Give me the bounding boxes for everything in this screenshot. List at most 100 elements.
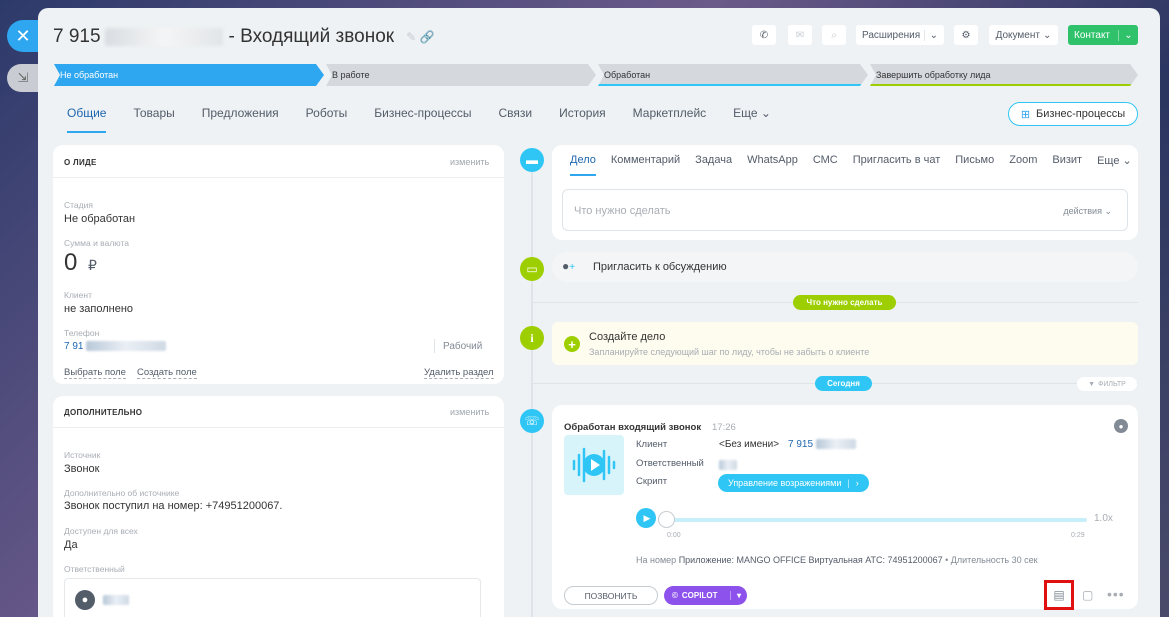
chevron-down-icon[interactable]: ⌄ — [1118, 29, 1138, 41]
edit-section-link[interactable]: изменить — [450, 407, 489, 417]
stage-in-progress[interactable]: В работе — [326, 64, 596, 86]
audio-progress-handle[interactable] — [658, 511, 675, 528]
edit-title-icon[interactable]: ✎ 🔗 — [406, 30, 434, 44]
call-info-app: Приложение: MANGO OFFICE Виртуальная АТС… — [678, 555, 943, 565]
client-phone-blurred — [815, 439, 856, 450]
tab-history[interactable]: История — [559, 106, 606, 130]
page-title: 7 915 - Входящий звонок ✎ 🔗 — [53, 26, 434, 48]
tab-links[interactable]: Связи — [499, 106, 533, 130]
phone-call-icon: ☏ — [520, 409, 544, 433]
field-label: Стадия — [64, 200, 93, 210]
amount-value: 0 — [64, 249, 78, 276]
actions-label: действия — [1063, 206, 1102, 216]
available-value: Да — [64, 539, 78, 551]
source-value: Звонок — [64, 463, 100, 475]
document-button[interactable]: Документ ⌄ — [989, 25, 1058, 45]
business-processes-label: Бизнес-процессы — [1036, 108, 1126, 120]
phone-link[interactable]: 7 91 — [64, 341, 167, 352]
user-avatar-icon[interactable]: ● — [1114, 419, 1128, 433]
transcript-icon-button[interactable]: ▤ — [1044, 580, 1074, 610]
stage-new[interactable]: Не обработан — [54, 64, 324, 86]
select-field-link[interactable]: Выбрать поле — [64, 367, 126, 379]
tab-email[interactable]: Письмо — [955, 154, 994, 176]
call-time: 17:26 — [712, 422, 736, 433]
lead-tabs: Общие Товары Предложения Роботы Бизнес-п… — [67, 106, 798, 133]
info-icon: i — [520, 326, 544, 350]
todo-input[interactable]: Что нужно сделать действия ⌄ — [562, 189, 1128, 231]
stage-value: Не обработан — [64, 213, 136, 225]
tab-task-deal[interactable]: Дело — [570, 154, 596, 176]
filter-button[interactable]: ▼ ФИЛЬТР — [1077, 377, 1137, 391]
delete-section-link[interactable]: Удалить раздел — [424, 367, 494, 379]
chevron-right-icon: › — [855, 478, 859, 488]
about-lead-card: О ЛИДЕ изменить Стадия Не обработан Сумм… — [53, 145, 504, 384]
edit-section-link[interactable]: изменить — [450, 157, 489, 167]
tab-visit[interactable]: Визит — [1052, 154, 1082, 176]
script-chip[interactable]: Управление возражениями | › — [718, 474, 869, 492]
create-field-link[interactable]: Создать поле — [137, 367, 197, 379]
extensions-button[interactable]: Расширения ⌄ — [856, 25, 944, 45]
call-info-prefix: На номер — [636, 555, 677, 565]
tab-zoom[interactable]: Zoom — [1009, 154, 1037, 176]
create-task-title: Создайте дело — [589, 331, 666, 343]
title-phone: 7 915 — [53, 26, 101, 47]
tab-more[interactable]: Еще ⌄ — [1097, 154, 1132, 176]
title-text: - Входящий звонок — [228, 26, 395, 47]
add-icon[interactable]: + — [564, 336, 580, 352]
phone-type: Рабочий — [443, 341, 483, 352]
tab-business-processes[interactable]: Бизнес-процессы — [374, 106, 471, 130]
divider: | — [847, 478, 850, 488]
client-phone-link[interactable]: 7 915 — [788, 439, 856, 450]
business-processes-button[interactable]: ⊞ Бизнес-процессы — [1008, 102, 1138, 126]
note-icon[interactable]: ▢ — [1082, 588, 1093, 602]
section-heading: О ЛИДЕ — [64, 158, 97, 167]
more-icon[interactable]: ••• — [1107, 586, 1125, 602]
lead-panel: 7 915 - Входящий звонок ✎ 🔗 ✆ ✉ ⌕ Расшир… — [38, 8, 1160, 617]
avatar: ● — [75, 590, 95, 610]
tab-whatsapp[interactable]: WhatsApp — [747, 154, 798, 176]
close-slider-button[interactable]: ✕ — [7, 20, 39, 52]
actions-dropdown[interactable]: действия ⌄ — [1063, 206, 1112, 217]
playback-speed[interactable]: 1.0x — [1094, 513, 1113, 524]
search-icon-button[interactable]: ⌕ — [822, 25, 846, 45]
tab-comment[interactable]: Комментарий — [611, 154, 680, 176]
copilot-label: COPILOT — [681, 591, 718, 600]
responsible-field[interactable]: ● — [64, 578, 481, 617]
tab-task[interactable]: Задача — [695, 154, 732, 176]
mail-icon-button[interactable]: ✉ — [788, 25, 812, 45]
tab-robots[interactable]: Роботы — [306, 106, 348, 130]
source-info-value: Звонок поступил на номер: +74951200067. — [64, 500, 283, 512]
call-button[interactable]: ПОЗВОНИТЬ — [564, 586, 658, 605]
tab-offers[interactable]: Предложения — [202, 106, 279, 130]
tab-marketplace[interactable]: Маркетплейс — [633, 106, 707, 130]
tab-invite-chat[interactable]: Пригласить в чат — [853, 154, 941, 176]
chevron-down-icon[interactable]: ▾ — [729, 591, 747, 600]
tab-sms[interactable]: СМС — [813, 154, 838, 176]
call-button-label: ПОЗВОНИТЬ — [584, 590, 638, 601]
create-task-card[interactable]: + Создайте дело Запланируйте следующий ш… — [552, 322, 1138, 365]
play-button[interactable]: ▶ — [636, 508, 656, 528]
stage-finish[interactable]: Завершить обработку лида — [870, 64, 1138, 86]
copilot-button[interactable]: © COPILOT ▾ — [664, 586, 747, 605]
section-heading: ДОПОЛНИТЕЛЬНО — [64, 408, 143, 417]
client-name: <Без имени> — [719, 439, 780, 450]
create-task-subtitle: Запланируйте следующий шаг по лиду, чтоб… — [589, 347, 870, 357]
stage-processed[interactable]: Обработан — [598, 64, 868, 86]
call-activity-card: Обработан входящий звонок 17:26 ● Клиент… — [552, 405, 1138, 610]
invite-discussion[interactable]: ●+ Пригласить к обсуждению — [552, 252, 1138, 282]
stage-label: Обработан — [604, 70, 651, 80]
gear-icon-button[interactable]: ⚙ — [954, 25, 978, 45]
contact-button[interactable]: Контакт ⌄ — [1068, 25, 1138, 45]
stage-label: Завершить обработку лида — [876, 70, 991, 80]
filter-label: ФИЛЬТР — [1098, 380, 1126, 388]
tab-more[interactable]: Еще ⌄ — [733, 106, 771, 130]
field-label: Клиент — [636, 439, 668, 450]
add-user-icon: ●+ — [562, 259, 576, 273]
stage-label: В работе — [332, 70, 370, 80]
audio-progress-bar[interactable] — [666, 518, 1087, 522]
minimize-slider-button[interactable]: ⇲ — [7, 64, 39, 92]
client-phone: 7 915 — [788, 439, 814, 450]
tab-products[interactable]: Товары — [133, 106, 174, 130]
tab-general[interactable]: Общие — [67, 106, 107, 133]
phone-icon-button[interactable]: ✆ — [752, 25, 776, 45]
